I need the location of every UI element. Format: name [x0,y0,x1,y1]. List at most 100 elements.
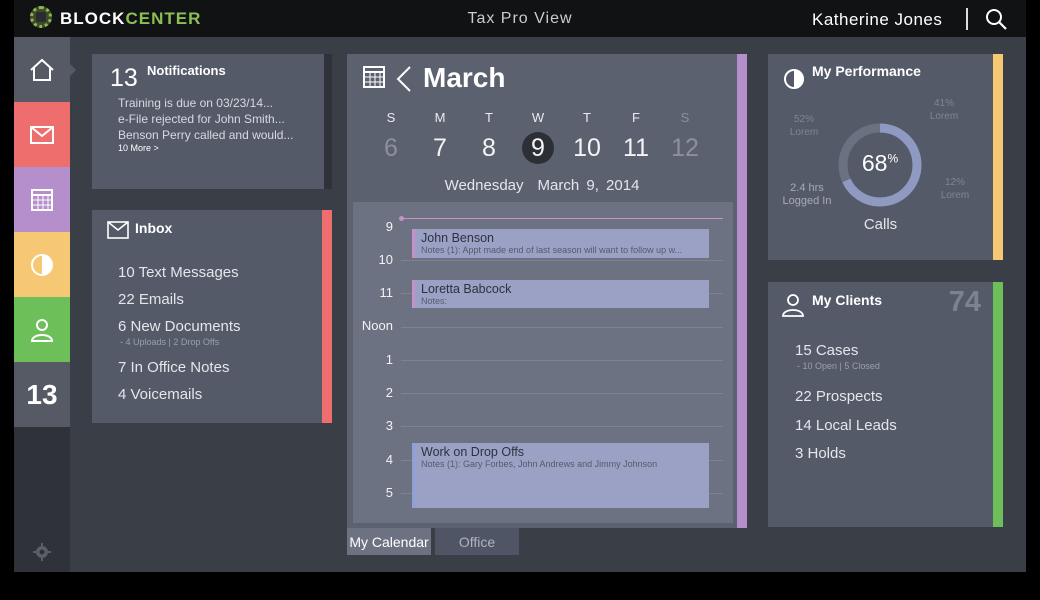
clients-title: My Clients [812,292,883,308]
hour-label: 2 [385,385,393,400]
home-icon [30,58,54,81]
notifications-title: Notifications [147,63,226,78]
calendar-event[interactable]: Work on Drop Offs Notes (1): Gary Forbes… [412,443,709,508]
calendar-accent [737,54,747,528]
tab-my-calendar[interactable]: My Calendar [347,528,431,555]
inbox-item[interactable]: 6 New Documents [118,318,241,335]
stat-top-right: 41% Lorem [924,97,964,123]
event-title: John Benson [421,231,494,245]
notifications-panel[interactable]: 13 Notifications Training is due on 03/2… [92,54,332,189]
hour-line [401,327,723,328]
app-frame: BLOCKCENTER Tax Pro View Katherine Jones… [0,0,1040,600]
stat-label: Lorem [929,111,959,122]
weekday-label: T [485,110,493,125]
clients-item[interactable]: 14 Local Leads [795,417,897,434]
clients-accent [993,282,1003,527]
clients-cases-sub: - 10 Open | 5 Closed [797,361,880,371]
day-cell[interactable]: 10 [572,134,602,163]
weekday-label: S [680,110,690,125]
inbox-panel[interactable]: Inbox 10 Text Messages 22 Emails 6 New D… [92,210,332,423]
current-time-line [401,218,723,219]
pie-chart-icon [31,253,53,276]
hour-line [401,426,723,427]
stat-label: Lorem [940,190,970,201]
clients-item[interactable]: 22 Prospects [795,388,883,405]
nav-performance[interactable] [14,232,70,297]
mail-icon [107,221,129,239]
mail-icon [30,125,54,144]
nav-notification-count[interactable]: 13 [14,362,70,427]
hour-label: 4 [385,452,393,467]
search-icon[interactable] [984,7,1008,31]
pie-chart-icon [784,69,804,89]
main-area: 13 13 Notifications Training is due on 0… [14,37,1026,572]
notifications-count: 13 [110,64,138,92]
performance-accent [993,54,1003,260]
hour-line [401,260,723,261]
selected-date-line: Wednesday March 9, 2014 [347,177,737,194]
hour-label: 5 [385,485,393,500]
calendar-month: March [423,62,506,93]
inbox-item[interactable]: 4 Voicemails [118,386,202,403]
notification-item[interactable]: Training is due on 03/23/14... [118,96,273,110]
selected-date: March 9, 2014 [537,177,640,194]
day-schedule-grid[interactable]: 9 10 11 Noon 1 2 3 4 5 John Benson Notes… [353,202,733,523]
stat-value: 52% [793,114,814,125]
selected-weekday: Wednesday [444,177,524,194]
hour-label: 11 [379,285,394,300]
notifications-more-link[interactable]: 10 More > [118,143,159,153]
nav-calendar[interactable] [14,167,70,232]
calendar-event[interactable]: Loretta Babcock Notes: [412,280,709,308]
user-icon [31,318,53,342]
hour-label: 3 [385,418,393,433]
hour-label: Noon [361,318,393,333]
inbox-item[interactable]: 10 Text Messages [118,264,239,281]
event-title: Work on Drop Offs [421,445,525,459]
day-cell[interactable]: 6 [376,134,406,163]
nav-mail[interactable] [14,102,70,167]
notification-item[interactable]: e-File rejected for John Smith... [118,112,285,126]
calls-label: Calls [863,216,898,233]
calendar-icon[interactable] [363,66,385,88]
gear-icon[interactable] [32,542,52,562]
day-cell[interactable]: 11 [621,134,651,163]
user-icon [782,294,804,317]
performance-panel[interactable]: My Performance 52% Lorem 41% Lorem 2.4 hrs… [768,54,1003,260]
tab-office[interactable]: Office [435,528,519,555]
inbox-documents-sub: - 4 Uploads | 2 Drop Offs [120,337,220,347]
event-notes: Notes (1): Appt made end of last season … [421,245,683,255]
inbox-item[interactable]: 7 In Office Notes [118,359,229,376]
hour-line [401,393,723,394]
event-notes: Notes: [421,296,448,306]
inbox-accent [322,210,332,423]
stat-value: 41% [933,98,954,109]
clients-item[interactable]: 3 Holds [795,445,846,462]
calendar-event[interactable]: John Benson Notes (1): Appt made end of … [412,229,709,258]
chevron-left-icon[interactable] [395,65,413,93]
event-notes: Notes (1): Gary Forbes, John Andrews and… [421,459,658,469]
notifications-accent [324,54,332,189]
stat-value: 2.4 hrs [790,182,824,194]
stat-bottom-left: 2.4 hrs Logged In [776,182,838,208]
hour-label: 10 [378,252,393,267]
stat-top-left: 52% Lorem [784,113,824,139]
weekday-label: S [386,110,396,125]
day-cell[interactable]: 12 [670,134,700,163]
nav-clients[interactable] [14,297,70,362]
notification-item[interactable]: Benson Perry called and would... [118,128,293,142]
stat-label: Lorem [789,127,819,138]
clients-count: 74 [948,286,981,318]
clients-panel[interactable]: My Clients 74 15 Cases - 10 Open | 5 Clo… [768,282,1003,527]
day-cell[interactable]: 7 [425,134,455,163]
inbox-title: Inbox [135,220,173,236]
header-divider [966,8,968,30]
calendar-icon [31,188,53,211]
stat-value: 12% [944,177,965,188]
inbox-item[interactable]: 22 Emails [118,291,184,308]
nav-home[interactable] [14,37,76,102]
day-cell[interactable]: 8 [474,134,504,163]
clients-item[interactable]: 15 Cases [795,342,858,359]
day-cell-selected[interactable]: 9 [523,134,553,163]
user-name[interactable]: Katherine Jones [812,10,942,30]
hour-label: 9 [385,219,393,234]
